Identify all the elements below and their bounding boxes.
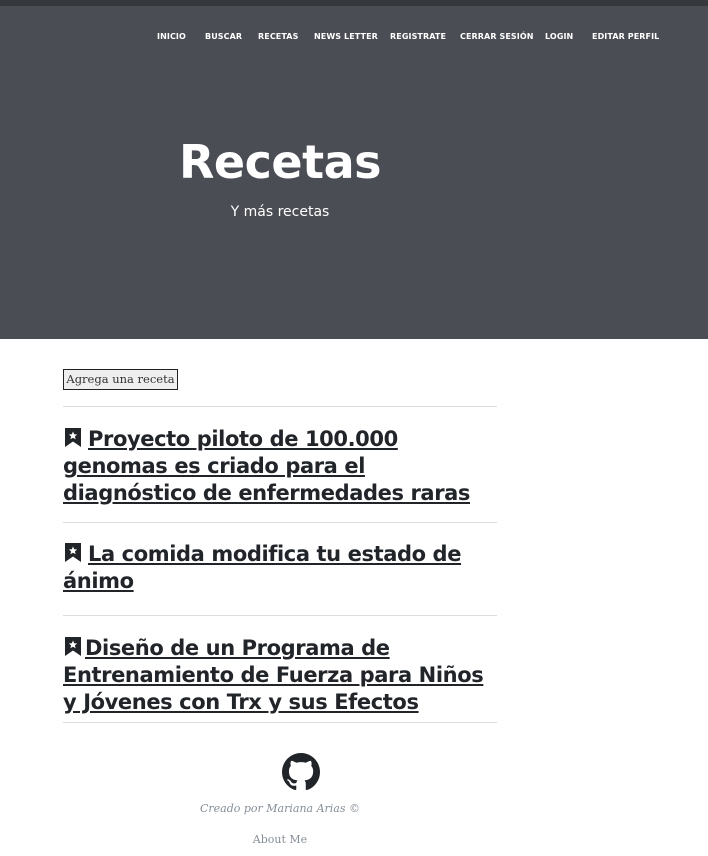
nav-cerrar-sesion[interactable]: CERRAR SESIÓN — [460, 31, 534, 43]
github-icon — [282, 753, 320, 791]
footer-credit: Creado por Mariana Arias © — [199, 802, 361, 815]
hero-header: INICIO BUSCAR RECETAS NEWS LETTER REGIST… — [0, 6, 708, 339]
nav-inicio[interactable]: INICIO — [157, 31, 186, 43]
post-title: Proyecto piloto de 100.000 genomas es cr… — [63, 427, 471, 505]
main-nav: INICIO BUSCAR RECETAS NEWS LETTER REGIST… — [0, 31, 708, 45]
nav-recetas[interactable]: RECETAS — [258, 31, 298, 43]
divider — [63, 615, 497, 616]
post-title: La comida modifica tu estado de ánimo — [63, 542, 462, 593]
bookmark-icon — [65, 637, 81, 656]
page-subtitle: Y más recetas — [230, 204, 330, 220]
post-title: Diseño de un Programa de Entrenamiento d… — [63, 636, 484, 714]
divider — [63, 522, 497, 523]
post-link[interactable]: Diseño de un Programa de Entrenamiento d… — [63, 635, 497, 716]
bookmark-icon — [65, 428, 81, 447]
nav-registrate[interactable]: REGISTRATE — [390, 31, 446, 43]
post-link[interactable]: Proyecto piloto de 100.000 genomas es cr… — [63, 426, 497, 507]
bookmark-icon — [65, 543, 81, 562]
add-recipe-button[interactable]: Agrega una receta — [63, 369, 178, 390]
nav-login[interactable]: LOGIN — [545, 31, 573, 43]
about-me-link[interactable]: About Me — [200, 832, 360, 848]
nav-editar-perfil[interactable]: EDITAR PERFIL — [592, 31, 659, 43]
nav-newsletter[interactable]: NEWS LETTER — [314, 31, 378, 43]
post-link[interactable]: La comida modifica tu estado de ánimo — [63, 541, 497, 595]
nav-buscar[interactable]: BUSCAR — [205, 31, 242, 43]
divider — [63, 722, 497, 723]
page-title: Recetas — [179, 135, 382, 189]
divider — [63, 406, 497, 407]
